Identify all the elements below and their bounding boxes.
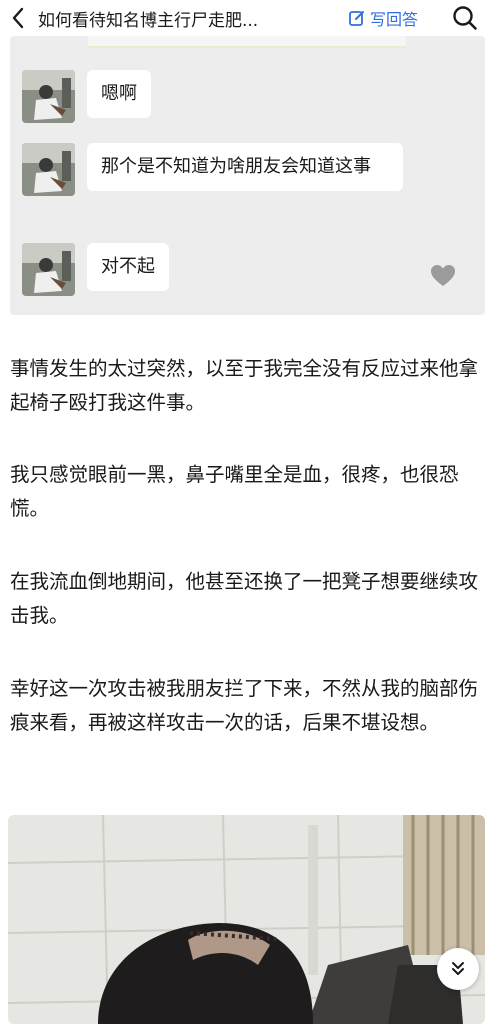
- chat-message: 那个是不知道为啥朋友会知道这事: [22, 143, 403, 196]
- article-photo[interactable]: [8, 815, 485, 1024]
- scroll-down-button[interactable]: [437, 948, 479, 990]
- avatar: [22, 243, 75, 296]
- chat-top-strip: [88, 36, 406, 48]
- search-icon: [453, 6, 477, 30]
- back-arrow-icon: [12, 7, 24, 29]
- article-paragraph: 我只感觉眼前一黑，鼻子嘴里全是血，很疼，也很恐慌。: [10, 463, 459, 520]
- chat-bubble: 对不起: [87, 243, 169, 291]
- write-answer-button[interactable]: 写回答: [348, 5, 418, 31]
- write-answer-label: 写回答: [370, 10, 419, 29]
- chat-bubble: 那个是不知道为啥朋友会知道这事: [87, 143, 403, 191]
- avatar: [22, 70, 75, 123]
- article-paragraph: 幸好这一次攻击被我朋友拦了下来，不然从我的脑部伤痕来看，再被这样攻击一次的话，后…: [10, 677, 479, 734]
- heart-icon[interactable]: [430, 264, 456, 292]
- edit-icon: [349, 11, 364, 26]
- search-button[interactable]: [450, 3, 480, 33]
- question-title[interactable]: 如何看待知名博主行尸走肥...: [38, 6, 338, 31]
- article-paragraph: 事情发生的太过突然，以至于我完全没有反应过来他拿起椅子殴打我这件事。: [10, 357, 479, 414]
- avatar: [22, 143, 75, 196]
- chat-message: 对不起: [22, 243, 169, 296]
- chat-bubble: 嗯啊: [87, 70, 151, 118]
- chat-message: 嗯啊: [22, 70, 151, 123]
- chat-screenshot: 嗯啊 那个是不知道为啥朋友会知道这事 对不起: [10, 36, 485, 315]
- back-button[interactable]: [0, 0, 36, 36]
- top-bar: 如何看待知名博主行尸走肥... 写回答: [0, 0, 485, 36]
- double-chevron-down-icon: [452, 962, 464, 975]
- article-paragraph: 在我流血倒地期间，他甚至还换了一把凳子想要继续攻击我。: [10, 570, 479, 627]
